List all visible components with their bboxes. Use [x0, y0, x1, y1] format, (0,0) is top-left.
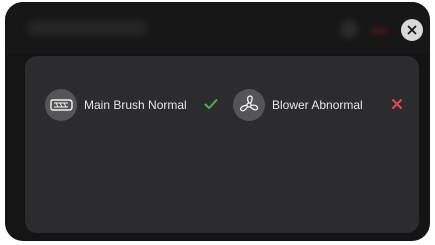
status-item-blower: Blower Abnormal: [233, 89, 363, 121]
check-icon: [203, 96, 219, 112]
header-icon-blurred: [340, 20, 358, 38]
blower-label: Blower Abnormal: [272, 98, 363, 112]
cross-icon: [389, 96, 405, 112]
blower-fan-icon: [233, 89, 265, 121]
status-panel: Main Brush Normal Blower Abnormal: [25, 56, 419, 233]
main-brush-icon: [45, 89, 77, 121]
close-icon: [407, 25, 417, 35]
status-item-main-brush: Main Brush Normal: [45, 89, 187, 121]
dialog-title-blurred: [27, 20, 147, 36]
dialog-header: [5, 2, 430, 54]
close-button[interactable]: [401, 19, 423, 41]
header-indicator-blurred: [370, 28, 388, 33]
status-dialog: Main Brush Normal Blower Abnormal: [5, 2, 430, 241]
main-brush-label: Main Brush Normal: [84, 98, 187, 112]
